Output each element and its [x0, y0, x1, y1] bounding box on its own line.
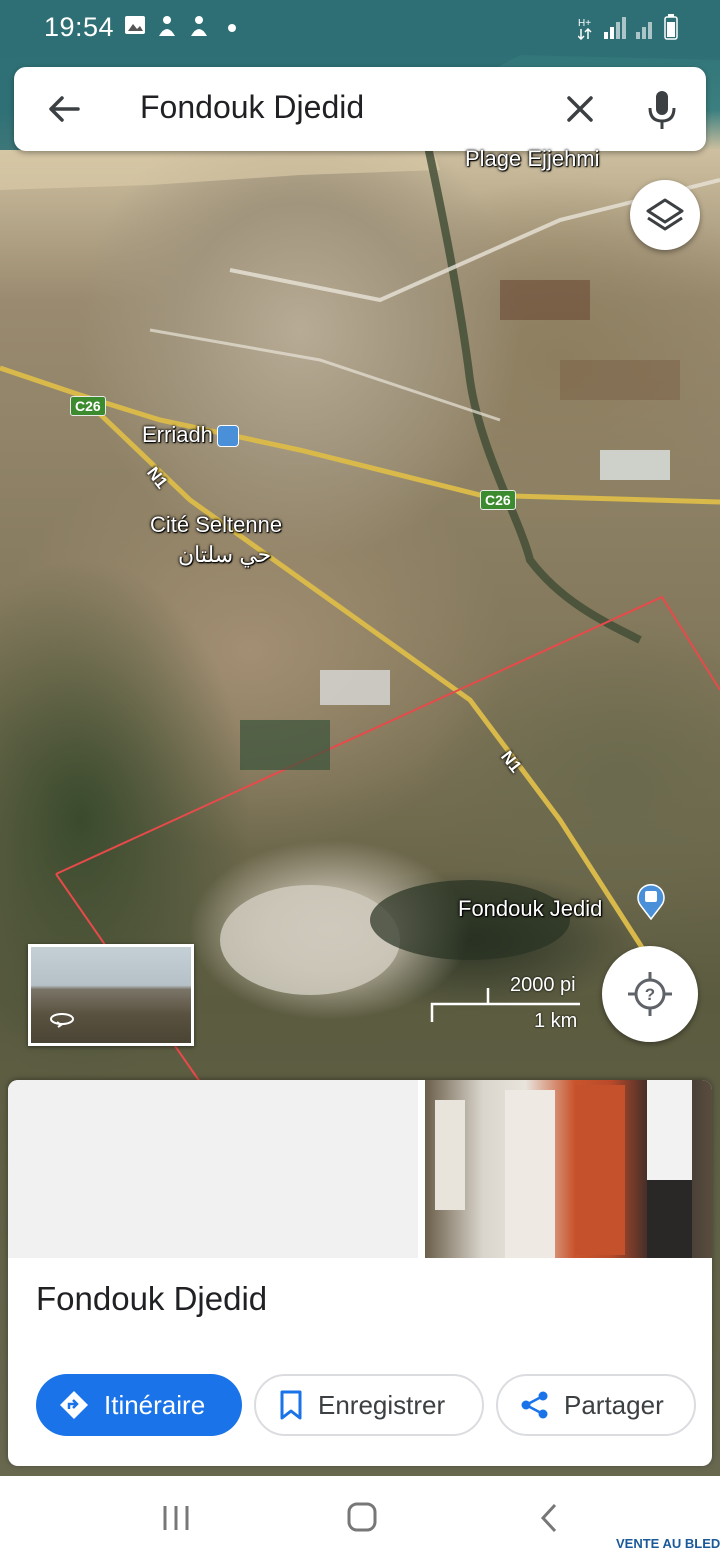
- layers-icon: [646, 198, 684, 231]
- close-icon[interactable]: [562, 91, 598, 127]
- directions-label: Itinéraire: [104, 1389, 206, 1420]
- gallery-icon: [125, 16, 145, 34]
- map-label-fondouk-jedid[interactable]: Fondouk Jedid: [458, 896, 602, 922]
- map-label-beach[interactable]: Plage Ejjehmi: [465, 146, 600, 172]
- signal-icon: [604, 17, 626, 39]
- bookmark-icon: [280, 1390, 302, 1420]
- layers-button[interactable]: [630, 180, 700, 250]
- home-icon[interactable]: [342, 1500, 382, 1536]
- place-card[interactable]: Fondouk Djedid Itinéraire Enregistrer Pa…: [8, 1080, 712, 1466]
- map-label-cite-seltenne-arabic: حي سلتان: [178, 542, 272, 567]
- share-button[interactable]: Partager: [496, 1374, 696, 1436]
- scale-metric: 1 km: [534, 1010, 578, 1032]
- svg-text:H+: H+: [578, 18, 591, 29]
- map-label-erriadh-text: Erriadh: [142, 422, 213, 447]
- rotate-360-icon: [50, 1013, 74, 1028]
- signal-icon-2: [636, 22, 652, 39]
- search-bar[interactable]: Fondouk Djedid: [14, 67, 706, 151]
- map-label-erriadh[interactable]: Erriadh: [142, 422, 239, 448]
- road-shield-c26-east: C26: [480, 490, 516, 510]
- share-icon: [521, 1391, 548, 1419]
- photo-placeholder[interactable]: [8, 1080, 418, 1258]
- status-bar: 19:54 H+: [0, 0, 720, 56]
- scale-imperial: 2000 pi: [510, 974, 576, 996]
- street-view-thumbnail[interactable]: [28, 944, 194, 1046]
- my-location-button[interactable]: ?: [602, 946, 698, 1042]
- photo-people: [435, 1080, 692, 1260]
- save-button[interactable]: Enregistrer: [254, 1374, 484, 1436]
- map-scale: 2000 pi 1 km: [430, 974, 585, 1034]
- transit-pin-icon[interactable]: [636, 884, 666, 920]
- more-notifications-dot: [228, 24, 236, 32]
- place-title: Fondouk Djedid: [36, 1280, 268, 1317]
- road-shield-c26: C26: [70, 396, 106, 416]
- battery-icon: [664, 14, 678, 40]
- share-label: Partager: [564, 1389, 664, 1420]
- back-nav-icon[interactable]: [530, 1500, 570, 1536]
- watermark-logo: VENTE AU BLED: [616, 1536, 720, 1551]
- directions-icon: [60, 1391, 88, 1419]
- directions-button[interactable]: Itinéraire: [36, 1374, 242, 1436]
- notification-icon-2: [191, 16, 207, 36]
- train-station-icon: [216, 425, 239, 448]
- search-query-text[interactable]: Fondouk Djedid: [140, 89, 364, 126]
- svg-text:?: ?: [645, 985, 655, 1004]
- recent-apps-icon[interactable]: [156, 1500, 196, 1536]
- notification-icon: [159, 16, 175, 36]
- save-label: Enregistrer: [318, 1389, 446, 1420]
- map-label-cite-seltenne[interactable]: Cité Seltenne: [150, 512, 282, 538]
- data-hplus-icon: H+: [578, 18, 592, 40]
- status-time: 19:54: [44, 12, 115, 42]
- microphone-icon[interactable]: [646, 89, 678, 131]
- locate-unknown-icon: ?: [628, 972, 672, 1016]
- system-nav-bar: [0, 1476, 720, 1560]
- back-arrow-icon[interactable]: [44, 89, 84, 129]
- place-photo[interactable]: [425, 1080, 712, 1260]
